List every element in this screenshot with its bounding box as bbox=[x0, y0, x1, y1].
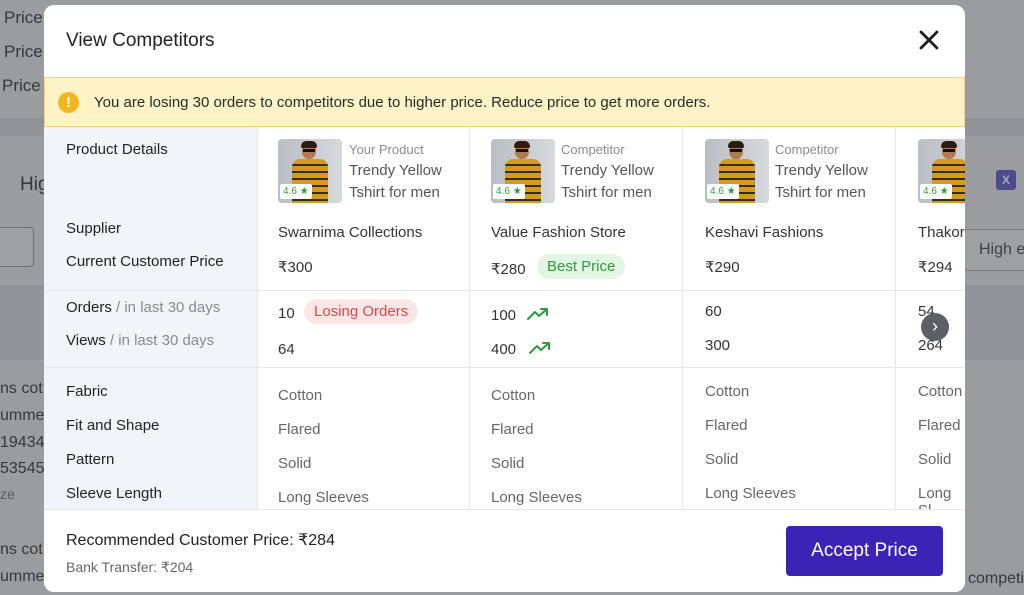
product-tag: Competitor bbox=[561, 142, 625, 157]
rating-value: 4.6 bbox=[283, 186, 297, 197]
star-icon: ★ bbox=[512, 186, 522, 197]
modal-title: View Competitors bbox=[66, 30, 215, 51]
product-name-line-1: Trendy Yellow bbox=[349, 162, 442, 179]
product-name-line-2: Tshirt for men bbox=[349, 184, 440, 201]
alert-banner: ! You are losing 30 orders to competitor… bbox=[44, 77, 965, 127]
product-image[interactable]: 4.6 ★ bbox=[278, 139, 342, 203]
label-customer-price: Current Customer Price bbox=[66, 253, 224, 270]
column-divider bbox=[469, 127, 470, 509]
trend-up-icon bbox=[527, 308, 548, 320]
fabric-value: Cotton bbox=[278, 387, 323, 404]
fit-value: Flared bbox=[491, 421, 534, 438]
losing-orders-badge: Losing Orders bbox=[304, 299, 419, 324]
pattern-value: Solid bbox=[918, 451, 952, 468]
star-icon: ★ bbox=[939, 186, 949, 197]
product-name-line-1: Trendy Yellow bbox=[775, 162, 868, 179]
column-divider bbox=[257, 127, 258, 509]
row-divider bbox=[44, 290, 965, 291]
column-divider bbox=[682, 127, 683, 509]
fit-value: Flared bbox=[278, 421, 321, 438]
product-name-line-2: Tshirt for men bbox=[561, 184, 652, 201]
label-supplier: Supplier bbox=[66, 220, 122, 237]
rating-badge: 4.6 ★ bbox=[280, 184, 312, 199]
product-image[interactable]: 4.6 ★ bbox=[918, 139, 965, 203]
rating-value: 4.6 bbox=[710, 186, 724, 197]
label-sleeve: Sleeve Length bbox=[66, 485, 162, 502]
pattern-value: Solid bbox=[278, 455, 312, 472]
product-tag: Competitor bbox=[775, 142, 839, 157]
rating-value: 4.6 bbox=[923, 186, 937, 197]
best-price-badge: Best Price bbox=[537, 254, 626, 279]
customer-price: ₹280 bbox=[491, 261, 526, 278]
star-icon: ★ bbox=[299, 186, 309, 197]
fabric-value: Cotton bbox=[491, 387, 536, 404]
label-pattern: Pattern bbox=[66, 451, 115, 468]
views-value: 64 bbox=[278, 341, 295, 358]
label-views-sub: / in last 30 days bbox=[109, 332, 215, 349]
fabric-value: Cotton bbox=[705, 383, 750, 400]
column-divider bbox=[895, 127, 896, 509]
sleeve-value: Long Sleeves bbox=[491, 489, 582, 506]
rating-badge: 4.6 ★ bbox=[920, 184, 952, 199]
alert-text: You are losing 30 orders to competitors … bbox=[94, 94, 711, 111]
product-name-line-2: Tshirt for men bbox=[775, 184, 866, 201]
close-icon[interactable] bbox=[914, 25, 944, 55]
label-views-text: Views bbox=[66, 332, 106, 349]
bank-transfer: Bank Transfer: ₹204 bbox=[66, 559, 194, 575]
pattern-value: Solid bbox=[705, 451, 739, 468]
customer-price: ₹300 bbox=[278, 259, 313, 276]
chevron-right-icon[interactable]: › bbox=[921, 313, 949, 341]
label-product-details: Product Details bbox=[66, 141, 168, 158]
fit-value: Flared bbox=[705, 417, 748, 434]
supplier-name: Value Fashion Store bbox=[491, 224, 626, 241]
view-competitors-modal: View Competitors ! You are losing 30 ord… bbox=[44, 5, 965, 592]
orders-value: 60 bbox=[705, 303, 722, 320]
modal-footer: Recommended Customer Price: ₹284 Bank Tr… bbox=[44, 509, 965, 592]
views-value: 300 bbox=[705, 337, 731, 354]
rating-badge: 4.6 ★ bbox=[493, 184, 525, 199]
product-image[interactable]: 4.6 ★ bbox=[705, 139, 769, 203]
supplier-name: Thakor bbox=[918, 224, 965, 241]
customer-price: ₹294 bbox=[918, 259, 953, 276]
product-image[interactable]: 4.6 ★ bbox=[491, 139, 555, 203]
fabric-value: Cotton bbox=[918, 383, 963, 400]
supplier-name: Swarnima Collections bbox=[278, 224, 423, 241]
comparison-table: Product Details Supplier Current Custome… bbox=[44, 127, 965, 509]
star-icon: ★ bbox=[726, 186, 736, 197]
product-name-line-1: Trendy Yellow bbox=[561, 162, 654, 179]
product-tag: Your Product bbox=[349, 142, 424, 157]
label-orders: Orders / in last 30 days bbox=[66, 299, 220, 316]
supplier-name: Keshavi Fashions bbox=[705, 224, 824, 241]
rating-badge: 4.6 ★ bbox=[707, 184, 739, 199]
label-orders-text: Orders bbox=[66, 299, 112, 316]
label-orders-sub: / in last 30 days bbox=[116, 299, 221, 316]
rating-value: 4.6 bbox=[496, 186, 510, 197]
info-icon: ! bbox=[58, 92, 79, 113]
orders-value: 10 bbox=[278, 305, 295, 322]
fit-value: Flared bbox=[918, 417, 961, 434]
customer-price: ₹290 bbox=[705, 259, 740, 276]
orders-value: 100 bbox=[491, 307, 517, 324]
modal-header: View Competitors bbox=[44, 5, 965, 77]
recommended-price: Recommended Customer Price: ₹284 bbox=[66, 532, 335, 549]
label-views: Views / in last 30 days bbox=[66, 332, 214, 349]
sleeve-value: Long Sleeves bbox=[705, 485, 796, 502]
sleeve-value: Long Sleeves bbox=[278, 489, 369, 506]
pattern-value: Solid bbox=[491, 455, 525, 472]
label-fit: Fit and Shape bbox=[66, 417, 160, 434]
row-divider bbox=[44, 367, 965, 368]
accept-price-button[interactable]: Accept Price bbox=[786, 526, 943, 576]
attribute-column: Product Details Supplier Current Custome… bbox=[44, 127, 257, 509]
label-fabric: Fabric bbox=[66, 383, 108, 400]
sleeve-value: Long Sl bbox=[918, 485, 952, 509]
trend-up-icon bbox=[529, 342, 550, 354]
views-value: 400 bbox=[491, 341, 517, 358]
